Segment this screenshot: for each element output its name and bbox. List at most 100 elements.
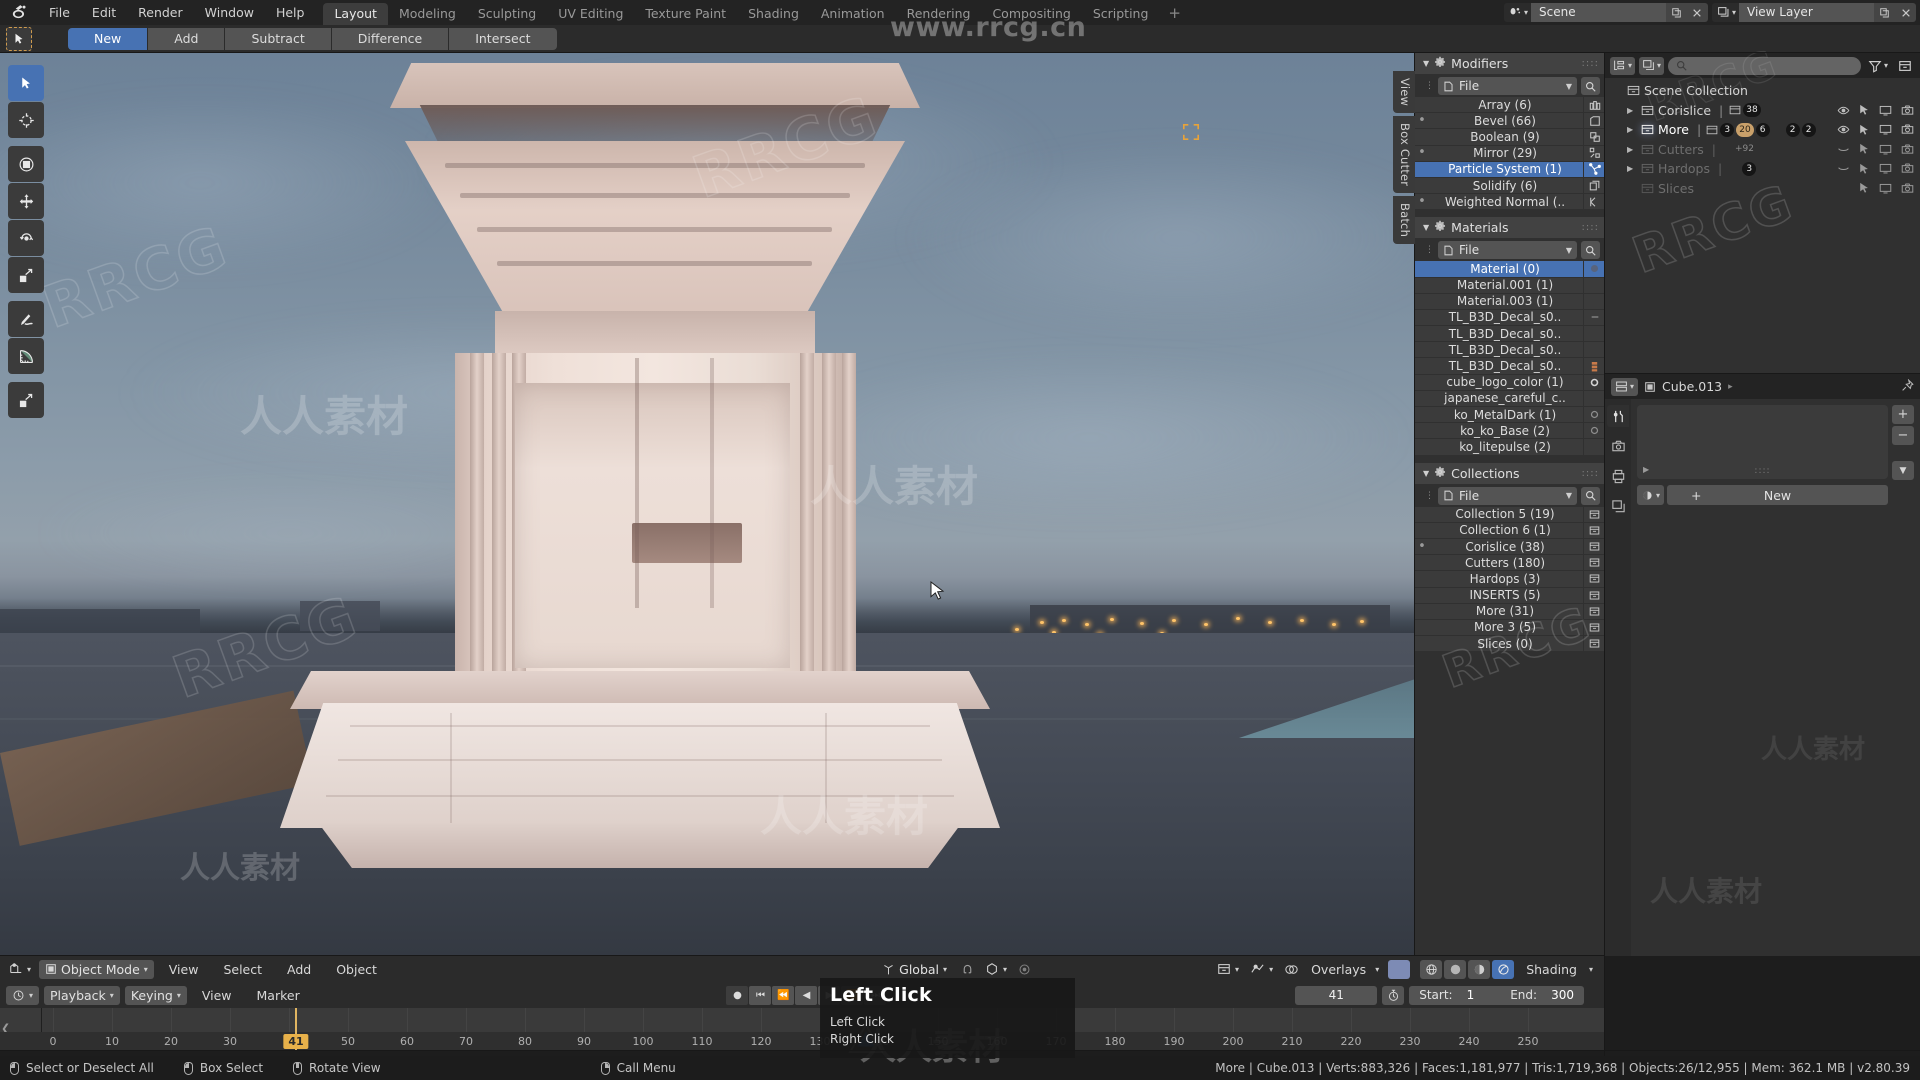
active-tool-icon[interactable] [6,27,32,51]
scene-name-field[interactable]: Scene [1530,3,1666,22]
modifier-item-array[interactable]: Array (6) [1415,96,1605,114]
tab-scripting[interactable]: Scripting [1082,3,1160,25]
collapse-triangle-icon[interactable]: ▼ [1423,223,1429,232]
camera-icon[interactable] [1901,143,1914,156]
timeline-editor-type-button[interactable]: ▾ [6,985,40,1005]
timeline-menu-view[interactable]: View [192,986,242,1005]
properties-tab-render[interactable] [1607,435,1629,457]
timeline-menu-playback[interactable]: Playback ▾ [44,985,120,1005]
eye-closed-icon[interactable] [1837,162,1850,175]
browse-material-button[interactable]: ▾ [1637,485,1665,505]
camera-icon[interactable] [1901,104,1914,117]
funnel-icon[interactable]: ▾ [1865,57,1891,75]
tool-measure[interactable] [8,338,44,374]
chevron-down-icon[interactable]: ▼ [1566,491,1572,500]
interaction-mode-dropdown[interactable]: Object Mode ▾ [39,959,154,979]
collection-item-6[interactable]: More (31) [1415,603,1605,620]
cursor-arrow-icon[interactable] [1859,124,1870,136]
tool-annotate[interactable] [8,301,44,337]
camera-icon[interactable] [1901,123,1914,136]
tool-move[interactable] [8,183,44,219]
properties-editor[interactable]: ▾ Cube.013 ▸ ▶:::: + − ▼ ▾ + New 人人素材 [1605,374,1920,956]
tab-compositing[interactable]: Compositing [981,3,1081,25]
bool-mode-subtract[interactable]: Subtract [225,28,332,50]
new-material-button[interactable]: + New [1667,485,1888,505]
outliner-row-slices[interactable]: Slices [1605,179,1920,199]
material-item-5[interactable]: TL_B3D_Decal_s0.. [1415,341,1605,359]
cursor-arrow-icon[interactable] [1859,182,1870,194]
collection-item-5[interactable]: INSERTS (5) [1415,587,1605,604]
tab-uv-editing[interactable]: UV Editing [547,3,634,25]
collection-item-3[interactable]: Cutters (180) [1415,554,1605,572]
materials-search-icon[interactable] [1581,241,1600,260]
material-item-8[interactable]: japanese_careful_c.. [1415,390,1605,407]
snap-magnet-toggle[interactable] [958,960,977,979]
timeline-menu-keying[interactable]: Keying ▾ [124,985,187,1005]
collapse-triangle-icon[interactable]: ▼ [1423,59,1429,68]
modifier-item-mirror[interactable]: • Mirror (29) [1415,145,1605,162]
expand-triangle-icon[interactable]: ▶ [1643,465,1649,474]
chevron-down-icon[interactable]: ▼ [1566,246,1572,255]
material-item-1[interactable]: Material.001 (1) [1415,277,1605,294]
jump-to-start-button[interactable]: ⏮ [749,985,772,1005]
tool-rotate[interactable] [8,220,44,256]
resize-grip-icon[interactable]: :::: [1754,466,1770,476]
tool-transform[interactable] [8,146,44,182]
collapse-triangle-icon[interactable]: ▼ [1423,469,1429,478]
tab-animation[interactable]: Animation [810,3,896,25]
viewport-menu-object[interactable]: Object [326,960,387,979]
jump-prev-keyframe-button[interactable]: ⏪ [772,985,795,1005]
3d-model-object[interactable] [280,53,1150,943]
material-item-6[interactable]: TL_B3D_Decal_s0.. [1415,357,1605,375]
expand-triangle-icon[interactable]: ▶ [1627,145,1641,154]
bool-mode-new[interactable]: New [68,28,149,50]
transform-orientation-dropdown[interactable]: Global ▾ [876,960,953,979]
material-slot-remove-button[interactable]: − [1892,426,1914,445]
menu-help[interactable]: Help [265,0,316,25]
collection-item-7[interactable]: More 3 (5) [1415,619,1605,637]
scene-selector[interactable]: ▾ Scene [1503,3,1708,22]
new-viewlayer-button[interactable] [1874,3,1895,22]
drag-dots-icon[interactable]: ⋮ [1425,491,1434,500]
shading-rendered-button[interactable] [1492,959,1515,979]
eye-open-icon[interactable] [1837,123,1850,136]
outliner-row-more[interactable]: ▶ More | 3 20 6 2 2 [1605,120,1920,140]
end-frame-value[interactable]: 300 [1551,986,1574,1005]
material-item-0[interactable]: Material (0) [1415,260,1605,278]
cursor-arrow-icon[interactable] [1859,143,1870,155]
shading-solid-button[interactable] [1444,959,1467,979]
properties-tab-viewlayer[interactable] [1607,495,1629,517]
expand-triangle-icon[interactable]: ▶ [1627,164,1641,173]
viewlayer-icon[interactable]: ▾ [1711,3,1739,22]
panel-header-collections[interactable]: ▼ Collections :::: [1415,462,1605,484]
timeline-editor[interactable]: ▾ Playback ▾ Keying ▾ View Marker ● ⏮ ⏪ … [0,982,1605,1050]
tab-modeling[interactable]: Modeling [388,3,467,25]
tool-select-box[interactable] [8,65,44,101]
properties-breadcrumb[interactable]: Cube.013 ▸ [1644,379,1733,394]
timeline-menu-marker[interactable]: Marker [247,986,310,1005]
bool-mode-add[interactable]: Add [148,28,226,50]
proportional-editing-toggle[interactable] [1015,960,1034,979]
timeline-track-area[interactable]: ❮ 0 10 20 30 50 60 70 80 90 100 110 120 … [0,1008,1605,1050]
panel-grip-icon[interactable]: :::: [1582,222,1599,233]
materials-file-dropdown[interactable]: File ▼ [1438,241,1577,260]
zoom-region-icon[interactable] [1182,123,1200,141]
chevron-down-icon[interactable]: ▾ [1375,965,1379,974]
drag-dots-icon[interactable]: ⋮ [1425,82,1434,91]
modifier-item-boolean[interactable]: Boolean (9) [1415,128,1605,146]
tab-shading[interactable]: Shading [737,3,810,25]
frame-range-fields[interactable]: Start: 1 End: 300 [1409,985,1584,1005]
tab-layout[interactable]: Layout [323,3,388,25]
outliner-display-mode-icon[interactable]: ▾ [1610,56,1636,75]
gizmo-icon[interactable]: ▾ [1247,960,1276,979]
pin-icon[interactable] [1901,377,1914,395]
auto-keying-toggle[interactable] [1382,985,1405,1005]
expand-triangle-icon[interactable]: ▶ [1627,125,1641,134]
new-scene-button[interactable] [1665,3,1687,22]
monitor-icon[interactable] [1879,104,1892,117]
material-item-2[interactable]: Material.003 (1) [1415,293,1605,310]
viewlayer-selector[interactable]: ▾ View Layer [1711,3,1916,22]
material-item-3[interactable]: TL_B3D_Decal_s0.. [1415,309,1605,327]
outliner-id-type-icon[interactable]: ▾ [1639,56,1665,75]
bool-mode-intersect[interactable]: Intersect [449,28,557,50]
